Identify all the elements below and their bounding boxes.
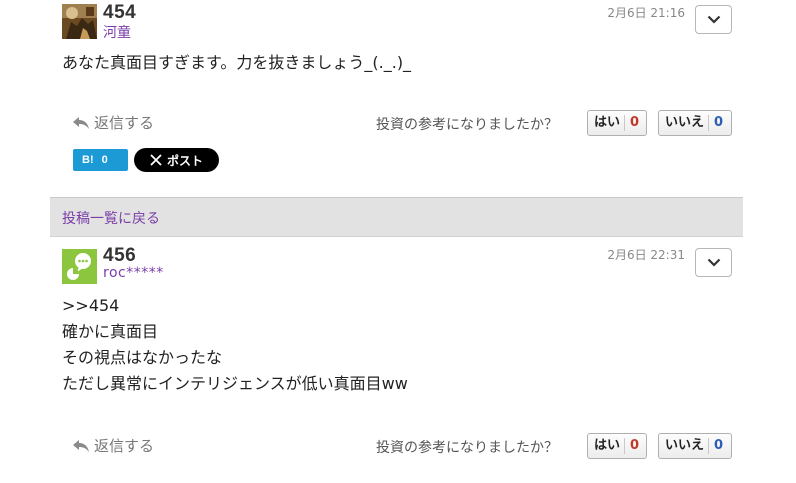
back-to-list-link[interactable]: 投稿一覧に戻る [62,208,160,228]
vote-yes-label: はい [588,115,626,131]
vote-yes-count: 0 [630,115,640,130]
post-date: 2月6日 22:31 [607,248,685,262]
reply-button[interactable]: 返信する [72,435,154,456]
chevron-down-icon [707,258,720,267]
post-number: 456 [103,245,137,266]
post-body-line: その視点はなかったな [62,348,223,367]
reply-icon [73,116,89,129]
vote-yes-label: はい [588,438,626,454]
x-logo-icon [150,154,162,166]
vote-no-button[interactable]: いいえ 0 [658,433,732,459]
reply-icon [73,439,89,452]
vote-yes-button[interactable]: はい 0 [587,433,647,459]
reply-button[interactable]: 返信する [72,112,154,133]
author-name[interactable]: 河童 [103,22,131,42]
post-body-line: あなた真面目すぎます。力を抜きましょう_(._.)_ [62,53,412,72]
chevron-down-icon [707,15,720,24]
vote-no-count: 0 [714,438,724,453]
vote-yes-count: 0 [630,438,640,453]
helpful-question: 投資の参考になりましたか？ [376,440,558,456]
x-post-button[interactable]: ポスト [134,148,219,172]
post-menu-button[interactable] [695,248,732,277]
x-post-label: ポスト [166,153,203,168]
post-456: 456 roc***** 2月6日 22:31 >>454 確かに真面目 その視… [50,237,743,483]
post-454: 454 河童 2月6日 21:16 あなた真面目すぎます。力を抜きましょう_(.… [50,0,743,197]
post-body: >>454 確かに真面目 その視点はなかったな ただし異常にインテリジェンスが低… [62,293,408,397]
avatar[interactable] [62,4,97,39]
vote-yes-button[interactable]: はい 0 [587,110,647,136]
post-body-line: ただし異常にインテリジェンスが低い真面目ww [62,374,408,393]
post-body-line[interactable]: >>454 [62,293,408,319]
vote-no-label: いいえ [659,115,710,131]
hatena-count: 0 [101,154,108,166]
hatena-label: B! [82,154,94,166]
reply-label: 返信する [94,114,155,132]
reply-label: 返信する [94,437,155,455]
author-name[interactable]: roc***** [103,265,164,281]
helpful-question: 投資の参考になりましたか？ [376,117,558,133]
vote-no-label: いいえ [659,438,710,454]
post-body: あなた真面目すぎます。力を抜きましょう_(._.)_ [62,50,411,76]
hatena-bookmark-button[interactable]: B! 0 [73,149,128,171]
post-date: 2月6日 21:16 [607,6,685,20]
vote-no-count: 0 [714,115,724,130]
post-number: 454 [103,2,137,23]
post-menu-button[interactable] [695,5,732,34]
vote-no-button[interactable]: いいえ 0 [658,110,732,136]
avatar[interactable] [62,249,97,284]
post-body-line: 確かに真面目 [62,322,159,341]
back-to-list-bar: 投稿一覧に戻る [50,197,743,237]
